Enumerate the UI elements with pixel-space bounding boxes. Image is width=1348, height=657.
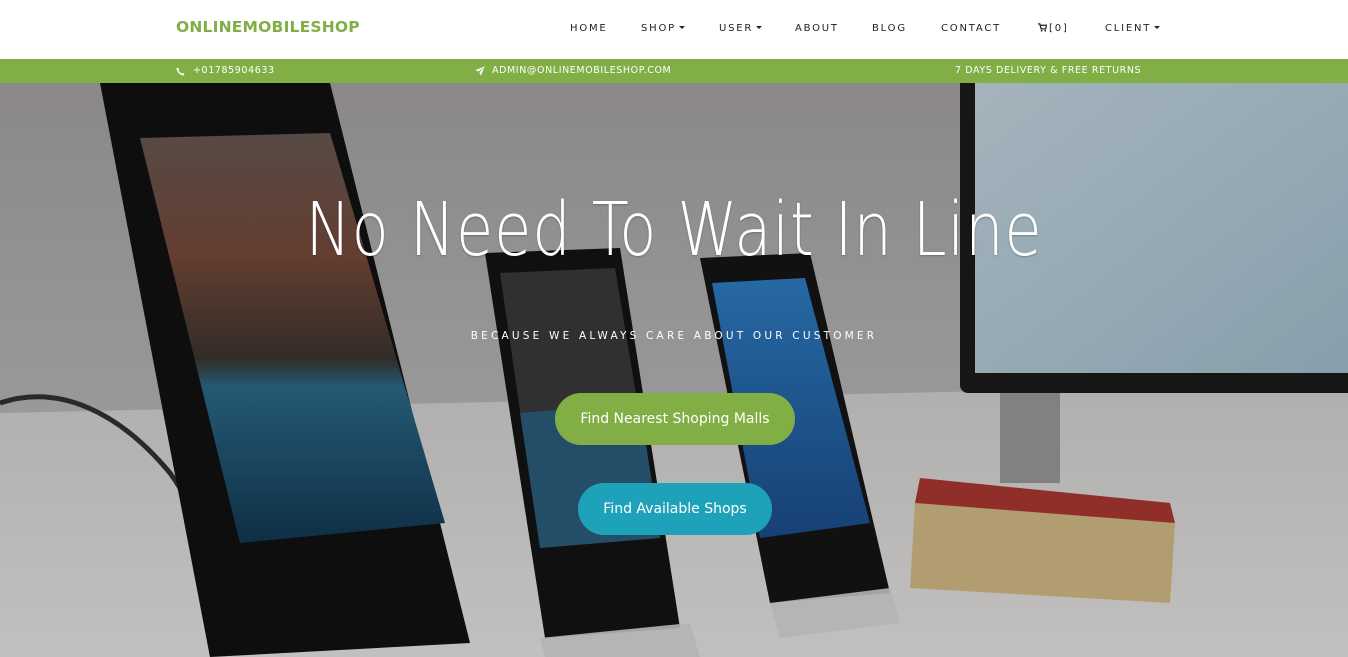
cart-count: [0]: [1049, 23, 1069, 34]
paper-plane-icon: [475, 66, 485, 76]
navbar: ONLINEMOBILESHOP HOME SHOP USER ABOUT BL…: [0, 0, 1348, 59]
find-shops-button[interactable]: Find Available Shops: [578, 483, 772, 535]
brand-logo[interactable]: ONLINEMOBILESHOP: [176, 18, 360, 36]
cart-icon: [1038, 23, 1047, 32]
nav-client-dropdown[interactable]: CLIENT: [1105, 23, 1161, 34]
info-bar: +01785904633 ADMIN@ONLINEMOBILESHOP.COM …: [0, 59, 1348, 83]
email-address[interactable]: ADMIN@ONLINEMOBILESHOP.COM: [492, 65, 671, 76]
nav-user-label: USER: [719, 23, 754, 34]
phone-icon: [176, 67, 185, 76]
nav-blog[interactable]: BLOG: [872, 23, 907, 34]
hero-title: No Need To Wait In Line: [305, 187, 1043, 273]
delivery-notice: 7 DAYS DELIVERY & FREE RETURNS: [955, 65, 1142, 76]
nav-home[interactable]: HOME: [570, 23, 608, 34]
nav-shop-label: SHOP: [641, 23, 676, 34]
nav-cart[interactable]: [0]: [1038, 23, 1069, 34]
hero-subtitle: BECAUSE WE ALWAYS CARE ABOUT OUR CUSTOME…: [470, 330, 878, 342]
nav-user-dropdown[interactable]: USER: [719, 23, 763, 34]
nav-shop-dropdown[interactable]: SHOP: [641, 23, 685, 34]
hero-overlay: [0, 83, 1348, 657]
caret-down-icon: [678, 26, 685, 29]
caret-down-icon: [756, 26, 763, 29]
phone-number[interactable]: +01785904633: [193, 65, 275, 76]
nav-contact[interactable]: CONTACT: [941, 23, 1001, 34]
nav-about[interactable]: ABOUT: [795, 23, 839, 34]
nav-client-label: CLIENT: [1105, 23, 1152, 34]
hero-banner: No Need To Wait In Line BECAUSE WE ALWAY…: [0, 83, 1348, 657]
caret-down-icon: [1154, 26, 1161, 29]
find-malls-button[interactable]: Find Nearest Shoping Malls: [555, 393, 795, 445]
